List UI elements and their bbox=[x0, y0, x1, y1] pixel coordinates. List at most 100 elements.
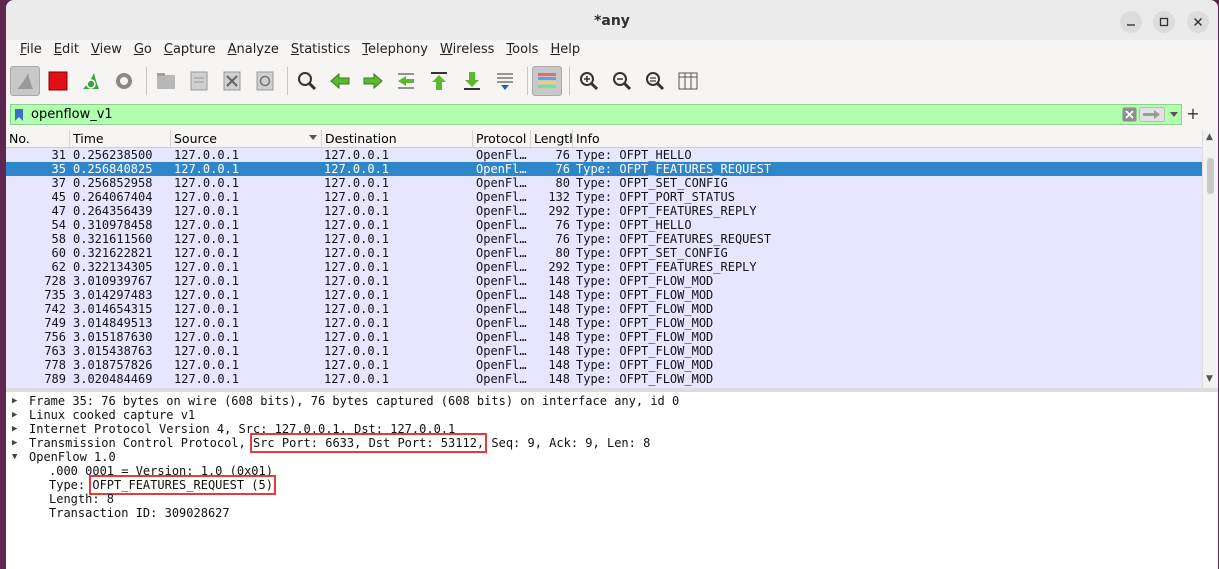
expand-triangle-icon[interactable]: ▶ bbox=[12, 408, 22, 422]
detail-of-length[interactable]: Length: 8 bbox=[49, 492, 114, 506]
reload-file-button[interactable] bbox=[250, 66, 280, 96]
column-info[interactable]: Info bbox=[573, 130, 1202, 147]
column-destination[interactable]: Destination bbox=[322, 130, 473, 147]
normal-size-button[interactable] bbox=[640, 66, 670, 96]
close-file-icon bbox=[223, 71, 241, 91]
detail-linux-cooked[interactable]: Linux cooked capture v1 bbox=[29, 408, 195, 422]
packet-row[interactable]: 778 3.018757826 127.0.0.1 127.0.0.1 OpenFl… 1… bbox=[6, 358, 1202, 372]
start-capture-button[interactable] bbox=[10, 66, 40, 96]
detail-frame[interactable]: Frame 35: 76 bytes on wire (608 bits), 7… bbox=[29, 394, 679, 408]
column-no[interactable]: No. bbox=[6, 130, 70, 147]
packet-row[interactable]: 763 3.015438763 127.0.0.1 127.0.0.1 OpenFl… 1… bbox=[6, 344, 1202, 358]
column-time[interactable]: Time bbox=[70, 130, 171, 147]
menu-wireless[interactable]: Wireless bbox=[434, 40, 500, 60]
packet-cell-src: 127.0.0.1 bbox=[174, 232, 240, 246]
menu-tools[interactable]: Tools bbox=[500, 40, 544, 60]
scroll-up-icon[interactable]: ▲ bbox=[1206, 132, 1213, 142]
go-to-packet-button[interactable] bbox=[391, 66, 421, 96]
packet-row[interactable]: 60 0.321622821 127.0.0.1 127.0.0.1 OpenFl… 80… bbox=[6, 246, 1202, 260]
auto-scroll-button[interactable] bbox=[490, 66, 520, 96]
packet-cell-src: 127.0.0.1 bbox=[174, 246, 240, 260]
detail-tcp[interactable]: Transmission Control Protocol, Src Port:… bbox=[29, 433, 650, 453]
open-file-button[interactable] bbox=[151, 66, 181, 96]
menu-telephony[interactable]: Telephony bbox=[356, 40, 434, 60]
packet-row[interactable]: 45 0.264067404 127.0.0.1 127.0.0.1 OpenFl… 13… bbox=[6, 190, 1202, 204]
minimize-button[interactable] bbox=[1120, 11, 1142, 33]
packet-cell-proto: OpenFl… bbox=[476, 148, 527, 162]
detail-ip[interactable]: Internet Protocol Version 4, Src: 127.0.… bbox=[29, 422, 455, 436]
title-bar[interactable]: *any bbox=[6, 0, 1218, 45]
menu-go[interactable]: Go bbox=[128, 40, 158, 60]
menu-file[interactable]: File bbox=[14, 40, 48, 60]
packet-cell-len: 148 bbox=[548, 344, 570, 358]
menu-edit[interactable]: Edit bbox=[48, 40, 85, 60]
filter-history-dropdown[interactable] bbox=[1167, 106, 1181, 123]
menu-view[interactable]: View bbox=[85, 40, 128, 60]
zoom-in-button[interactable] bbox=[574, 66, 604, 96]
packet-row[interactable]: 742 3.014654315 127.0.0.1 127.0.0.1 OpenFl… 1… bbox=[6, 302, 1202, 316]
window-title: *any bbox=[594, 13, 630, 29]
packet-row-selected[interactable]: 35 0.256840825 127.0.0.1 127.0.0.1 OpenFl… 76… bbox=[6, 162, 1202, 176]
packet-row[interactable]: 749 3.014849513 127.0.0.1 127.0.0.1 OpenFl… 1… bbox=[6, 316, 1202, 330]
packet-row[interactable]: 47 0.264356439 127.0.0.1 127.0.0.1 OpenFl… 29… bbox=[6, 204, 1202, 218]
capture-options-button[interactable] bbox=[109, 66, 139, 96]
close-window-button[interactable] bbox=[1187, 11, 1209, 33]
menu-statistics[interactable]: Statistics bbox=[285, 40, 356, 60]
packet-row[interactable]: 31 0.256238500 127.0.0.1 127.0.0.1 OpenFl… 76… bbox=[6, 148, 1202, 162]
packet-cell-no: 742 bbox=[44, 302, 66, 316]
maximize-button[interactable] bbox=[1153, 11, 1175, 33]
column-protocol[interactable]: Protocol bbox=[473, 130, 531, 147]
go-back-button[interactable] bbox=[325, 66, 355, 96]
detail-of-type[interactable]: Type: OFPT_FEATURES_REQUEST (5) bbox=[49, 475, 276, 495]
detail-of-xid[interactable]: Transaction ID: 309028627 bbox=[49, 506, 230, 520]
column-length[interactable]: Length bbox=[531, 130, 573, 147]
apply-filter-button[interactable] bbox=[1139, 106, 1165, 123]
column-source[interactable]: Source bbox=[171, 130, 322, 147]
scroll-down-icon[interactable]: ▼ bbox=[1206, 374, 1213, 384]
packet-row[interactable]: 62 0.322134305 127.0.0.1 127.0.0.1 OpenFl… 29… bbox=[6, 260, 1202, 274]
packet-row[interactable]: 54 0.310978458 127.0.0.1 127.0.0.1 OpenFl… 76… bbox=[6, 218, 1202, 232]
expand-triangle-icon[interactable]: ▶ bbox=[12, 436, 22, 450]
scrollbar-thumb[interactable] bbox=[1207, 158, 1214, 194]
colorize-icon bbox=[538, 73, 556, 88]
packet-row[interactable]: 58 0.321611560 127.0.0.1 127.0.0.1 OpenFl… 76… bbox=[6, 232, 1202, 246]
expand-triangle-icon[interactable]: ▶ bbox=[12, 394, 22, 408]
menu-analyze[interactable]: Analyze bbox=[222, 40, 285, 60]
last-packet-button[interactable] bbox=[457, 66, 487, 96]
packet-row[interactable]: 735 3.014297483 127.0.0.1 127.0.0.1 OpenFl… 1… bbox=[6, 288, 1202, 302]
packet-row[interactable]: 728 3.010939767 127.0.0.1 127.0.0.1 OpenFl… 1… bbox=[6, 274, 1202, 288]
menu-help[interactable]: Help bbox=[544, 40, 586, 60]
wireshark-window: *any File Edit View Go Capture Analyze S… bbox=[6, 0, 1218, 569]
packet-row[interactable]: 789 3.020484469 127.0.0.1 127.0.0.1 OpenFl… 1… bbox=[6, 372, 1202, 386]
restart-capture-button[interactable] bbox=[76, 66, 106, 96]
packet-cell-len: 148 bbox=[548, 372, 570, 386]
first-packet-button[interactable] bbox=[424, 66, 454, 96]
packet-cell-dst: 127.0.0.1 bbox=[324, 218, 390, 232]
packet-row[interactable]: 756 3.015187630 127.0.0.1 127.0.0.1 OpenFl… 1… bbox=[6, 330, 1202, 344]
collapse-triangle-icon[interactable]: ▼ bbox=[12, 450, 22, 464]
bookmark-icon bbox=[15, 108, 23, 121]
clear-filter-button[interactable] bbox=[1122, 106, 1137, 123]
find-packet-button[interactable] bbox=[292, 66, 322, 96]
detail-of-version[interactable]: .000 0001 = Version: 1.0 (0x01) bbox=[49, 464, 273, 478]
close-file-button[interactable] bbox=[217, 66, 247, 96]
detail-openflow[interactable]: OpenFlow 1.0 bbox=[29, 450, 116, 464]
expand-triangle-icon[interactable]: ▶ bbox=[12, 422, 22, 436]
packet-cell-len: 76 bbox=[555, 162, 570, 176]
add-filter-button[interactable]: + bbox=[1184, 104, 1202, 123]
menu-capture[interactable]: Capture bbox=[158, 40, 222, 60]
filter-bookmark-button[interactable] bbox=[11, 106, 27, 123]
packet-cell-no: 35 bbox=[51, 162, 66, 176]
save-file-button[interactable] bbox=[184, 66, 214, 96]
last-packet-icon bbox=[464, 72, 480, 90]
zoom-out-button[interactable] bbox=[607, 66, 637, 96]
go-forward-button[interactable] bbox=[358, 66, 388, 96]
packet-list-scrollbar[interactable]: ▲ ▼ bbox=[1202, 130, 1218, 388]
stop-capture-icon bbox=[48, 71, 68, 91]
stop-capture-button[interactable] bbox=[43, 66, 73, 96]
colorize-button[interactable] bbox=[532, 66, 562, 96]
resize-columns-button[interactable] bbox=[673, 66, 703, 96]
packet-cell-src: 127.0.0.1 bbox=[174, 330, 240, 344]
display-filter-input[interactable] bbox=[27, 106, 1120, 123]
packet-row[interactable]: 37 0.256852958 127.0.0.1 127.0.0.1 OpenFl… 80… bbox=[6, 176, 1202, 190]
